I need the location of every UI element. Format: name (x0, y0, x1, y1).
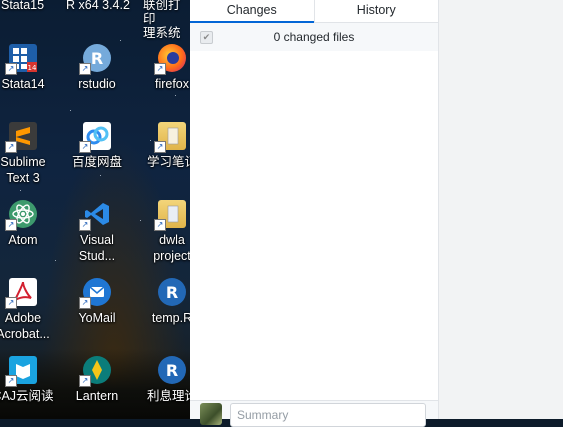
svg-text:R: R (166, 283, 178, 302)
shortcut-arrow-icon: ↗ (79, 141, 91, 153)
shortcut-arrow-icon: ↗ (154, 63, 166, 75)
commit-summary-input[interactable] (230, 403, 426, 427)
desktop-icon-atom[interactable]: ↗ Atom (0, 200, 59, 248)
shortcut-arrow-icon: ↗ (154, 219, 166, 231)
desktop-icon-interest-theory[interactable]: R 利息理论 (136, 356, 190, 404)
changed-files-count: 0 changed files (273, 30, 355, 44)
icon-label: 学习笔记 (146, 155, 190, 169)
tab-history[interactable]: History (313, 0, 439, 22)
desktop-icon-vscode[interactable]: ↗ Visual Stud... (61, 200, 133, 264)
baidu-netdisk-icon: ↗ (79, 122, 111, 153)
caj-icon: ↗ (5, 356, 37, 387)
desktop-icon-yomail[interactable]: ↗ YoMail (61, 278, 133, 326)
acrobat-icon: ↗ (5, 278, 37, 309)
changed-file-list (190, 51, 438, 401)
svg-text:R: R (91, 49, 103, 68)
icon-label: temp.R (151, 311, 190, 325)
icon-label: Visual Stud... (78, 233, 116, 263)
shortcut-arrow-icon: ↗ (154, 141, 166, 153)
desktop-icon-dwla-project[interactable]: ↗ dwla project (136, 200, 190, 264)
desktop-icon-sublime[interactable]: ↗ Sublime Text 3 (0, 122, 59, 186)
icon-label: Stata14 (1, 77, 45, 91)
shortcut-arrow-icon: ↗ (5, 375, 17, 387)
shortcut-arrow-icon: ↗ (5, 219, 17, 231)
select-all-checkbox[interactable]: ✔ (200, 31, 213, 44)
avatar (200, 403, 222, 425)
commit-area (190, 400, 438, 427)
desktop-icon-rstudio[interactable]: R ↗ rstudio (61, 44, 133, 92)
icon-label: Sublime Text 3 (0, 155, 46, 185)
icon-label: 百度网盘 (71, 155, 122, 169)
icon-label: 利息理论 (146, 389, 190, 403)
desktop-label-rx64[interactable]: R x64 3.4.2 (66, 0, 130, 13)
folder-icon: ↗ (154, 200, 186, 231)
tab-bar: Changes History (190, 0, 438, 23)
desktop-label-print-system[interactable]: 联创打印 理系统 (143, 0, 190, 40)
icon-label: rstudio (78, 77, 116, 91)
desktop-icon-acrobat[interactable]: ↗ Adobe Acrobat... (0, 278, 59, 342)
svg-text:14: 14 (28, 64, 37, 72)
desktop-icon-temp-r[interactable]: R temp.R (136, 278, 190, 326)
tab-changes[interactable]: Changes (190, 0, 314, 23)
yomail-icon: ↗ (79, 278, 111, 309)
shortcut-arrow-icon: ↗ (79, 63, 91, 75)
changes-panel: Changes History ✔ 0 changed files (190, 0, 439, 427)
desktop-icon-stata14[interactable]: 14 ↗ Stata14 (0, 44, 59, 92)
desktop-icon-lantern[interactable]: ↗ Lantern (61, 356, 133, 404)
r-file-icon: R (158, 278, 186, 306)
desktop-icon-study-notes[interactable]: ↗ 学习笔记 (136, 122, 190, 170)
firefox-icon: ↗ (154, 44, 186, 75)
sublime-icon: ↗ (5, 122, 37, 153)
shortcut-arrow-icon: ↗ (5, 63, 17, 75)
shortcut-arrow-icon: ↗ (79, 375, 91, 387)
shortcut-arrow-icon: ↗ (5, 297, 17, 309)
desktop-icon-firefox[interactable]: ↗ firefox (136, 44, 190, 92)
svg-text:R: R (166, 361, 178, 380)
icon-label: firefox (154, 77, 190, 91)
icon-label: dwla project (153, 233, 190, 263)
atom-icon: ↗ (5, 200, 37, 231)
shortcut-arrow-icon: ↗ (5, 141, 17, 153)
icon-label: CAJ云阅读 (0, 389, 54, 403)
desktop-label-stata15[interactable]: Stata15 (1, 0, 44, 13)
shortcut-arrow-icon: ↗ (79, 297, 91, 309)
changes-header: ✔ 0 changed files (190, 23, 438, 52)
icon-label: YoMail (78, 311, 116, 325)
lantern-icon: ↗ (79, 356, 111, 387)
diff-pane (439, 0, 563, 419)
stata-icon: 14 ↗ (5, 44, 37, 75)
rstudio-icon: R ↗ (79, 44, 111, 75)
shortcut-arrow-icon: ↗ (79, 219, 91, 231)
vscode-icon: ↗ (79, 200, 111, 231)
icon-label: Atom (8, 233, 38, 247)
desktop-icon-caj[interactable]: ↗ CAJ云阅读 (0, 356, 59, 404)
folder-icon: ↗ (154, 122, 186, 153)
icon-label: Adobe Acrobat... (0, 311, 50, 341)
desktop: Stata15 R x64 3.4.2 联创打印 理系统 14 ↗ Stata1… (0, 0, 190, 419)
r-file-icon: R (158, 356, 186, 384)
desktop-icon-baidu-netdisk[interactable]: ↗ 百度网盘 (61, 122, 133, 170)
icon-label: Lantern (75, 389, 119, 403)
